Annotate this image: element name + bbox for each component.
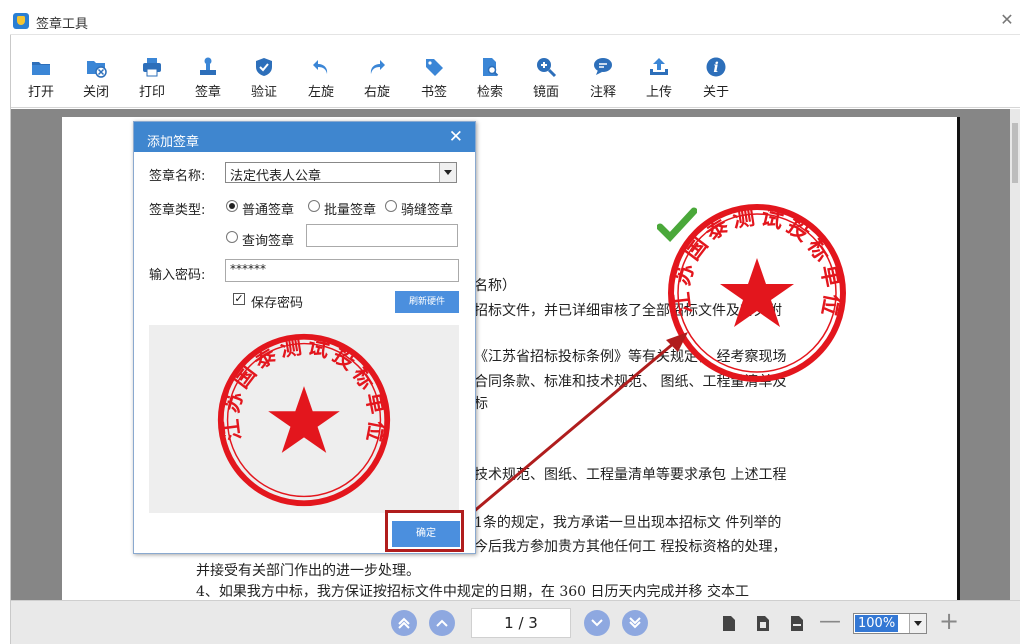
chevron-up-icon — [436, 619, 448, 627]
toolbar-open-button[interactable]: 打开 — [19, 50, 63, 100]
doc-line: 并接受有关部门作出的进一步处理。 — [196, 563, 420, 579]
toolbar-mirror-label: 镜面 — [532, 85, 559, 100]
zoom-select[interactable]: 100% — [853, 613, 927, 634]
scrollbar-thumb[interactable] — [1012, 123, 1018, 183]
doc-line: 今后我方参加贵方其他任何工 程投标资格的处理， — [474, 539, 787, 555]
upload-icon — [650, 58, 668, 75]
password-input[interactable]: ****** — [225, 259, 459, 282]
toolbar-open-label: 打开 — [27, 85, 54, 100]
chevron-down-icon[interactable] — [909, 614, 926, 633]
stamp-type-label: 签章类型: — [149, 203, 206, 218]
stamp-name-label: 签章名称: — [149, 169, 206, 184]
search-document-icon — [483, 58, 499, 77]
toolbar-search-button[interactable]: 检索 — [468, 50, 512, 100]
radio-batch-stamp[interactable] — [308, 200, 320, 212]
fit-page-icon[interactable] — [756, 615, 770, 632]
stamp-name-value: 法定代表人公章 — [230, 169, 322, 184]
printer-icon — [143, 58, 161, 77]
toolbar-print-label: 打印 — [138, 85, 165, 100]
radio-seam-stamp-label[interactable]: 骑缝签章 — [401, 199, 453, 218]
stamp-icon — [200, 57, 216, 75]
zoom-in-icon — [537, 58, 557, 78]
toolbar-verify-label: 验证 — [250, 85, 277, 100]
dialog-title-bar: 添加签章 ✕ — [134, 122, 475, 152]
doc-line: 名称） — [474, 278, 516, 294]
toolbar-upload-label: 上传 — [645, 85, 672, 100]
title-bar: 签章工具 ✕ — [10, 8, 1020, 35]
folder-close-icon — [87, 61, 107, 78]
toolbar-verify-button[interactable]: 验证 — [242, 50, 286, 100]
toolbar-bookmark-button[interactable]: 书签 — [412, 50, 456, 100]
ok-button-highlight — [385, 510, 464, 552]
toolbar-rotate-right-label: 右旋 — [363, 85, 390, 100]
toolbar-upload-button[interactable]: 上传 — [637, 50, 681, 100]
preview-stamp: 江苏国泰测试投标单位3 — [214, 330, 391, 507]
chevron-down-icon[interactable] — [439, 163, 456, 182]
toolbar-stamp-button[interactable]: 签章 — [186, 50, 230, 100]
next-page-button[interactable] — [584, 610, 610, 636]
toolbar-search-label: 检索 — [476, 85, 503, 100]
radio-query-stamp-label[interactable]: 查询签章 — [242, 230, 294, 249]
vertical-scrollbar[interactable] — [1010, 109, 1020, 600]
toolbar-mirror-button[interactable]: 镜面 — [524, 50, 568, 100]
last-page-button[interactable] — [622, 610, 648, 636]
zoom-out-icon[interactable]: — — [819, 611, 841, 633]
page-indicator[interactable]: 1 / 3 — [471, 608, 571, 638]
query-stamp-input[interactable] — [306, 224, 458, 247]
toolbar-about-label: 关于 — [702, 85, 729, 100]
zoom-in-plus-icon[interactable]: + — [939, 609, 959, 633]
previous-page-button[interactable] — [429, 610, 455, 636]
save-password-label: 保存密码 — [251, 296, 304, 311]
toolbar-rotate-right-button[interactable]: 右旋 — [355, 50, 399, 100]
stamp-preview: 江苏国泰测试投标单位3 — [149, 325, 459, 513]
toolbar-annotate-label: 注释 — [589, 85, 616, 100]
zoom-value: 100% — [855, 615, 899, 632]
radio-seam-stamp[interactable] — [385, 200, 397, 212]
toolbar-print-button[interactable]: 打印 — [130, 50, 174, 100]
comment-icon — [594, 58, 612, 75]
folder-open-icon — [32, 62, 50, 75]
stamp-name-select[interactable]: 法定代表人公章 — [225, 162, 457, 184]
single-page-icon[interactable] — [722, 615, 736, 632]
add-stamp-dialog: 添加签章 ✕ 签章名称: 法定代表人公章 签章类型: 普通签章 批量签章 骑缝签… — [133, 121, 476, 554]
toolbar-close-button[interactable]: 关闭 — [74, 50, 118, 100]
app-icon — [13, 13, 29, 29]
window-title: 签章工具 — [36, 17, 89, 32]
page-navigation-bar: 1 / 3 — 100% + — [11, 600, 1020, 644]
rotate-left-icon — [313, 60, 328, 74]
toolbar-rotate-left-button[interactable]: 左旋 — [299, 50, 343, 100]
window-close-icon[interactable]: ✕ — [998, 11, 1016, 29]
info-icon: i — [706, 57, 726, 77]
dialog-close-icon[interactable]: ✕ — [449, 127, 463, 147]
toolbar: 打开 关闭 打印 签章 验证 左旋 右旋 书签 检索 镜面 注释 上传 i 关于 — [11, 36, 1020, 108]
password-label: 输入密码: — [149, 268, 206, 283]
radio-query-stamp[interactable] — [226, 231, 238, 243]
doc-line: 4、如果我方中标，我方保证按招标文件中规定的日期，在 360 日历天内完成并移 … — [196, 584, 749, 600]
toolbar-rotate-left-label: 左旋 — [307, 85, 334, 100]
toolbar-annotate-button[interactable]: 注释 — [581, 50, 625, 100]
toolbar-bookmark-label: 书签 — [420, 85, 447, 100]
toolbar-about-button[interactable]: i 关于 — [694, 50, 738, 100]
annotation-arrow — [465, 332, 688, 520]
double-chevron-up-icon — [398, 617, 410, 629]
dialog-title: 添加签章 — [147, 135, 200, 150]
radio-normal-stamp[interactable] — [226, 200, 238, 212]
shield-check-icon — [256, 58, 272, 76]
svg-text:i: i — [713, 60, 718, 76]
toolbar-close-label: 关闭 — [82, 85, 109, 100]
radio-normal-stamp-label[interactable]: 普通签章 — [242, 199, 294, 218]
fit-width-icon[interactable] — [790, 615, 804, 632]
toolbar-stamp-label: 签章 — [194, 85, 221, 100]
chevron-down-icon — [591, 619, 603, 627]
refresh-hardware-button[interactable]: 刷新硬件 — [395, 291, 459, 313]
radio-batch-stamp-label[interactable]: 批量签章 — [324, 199, 376, 218]
first-page-button[interactable] — [391, 610, 417, 636]
bookmark-tag-icon — [426, 59, 443, 76]
double-chevron-down-icon — [629, 617, 641, 629]
save-password-checkbox[interactable]: ✓ — [233, 293, 245, 305]
rotate-right-icon — [370, 60, 385, 74]
